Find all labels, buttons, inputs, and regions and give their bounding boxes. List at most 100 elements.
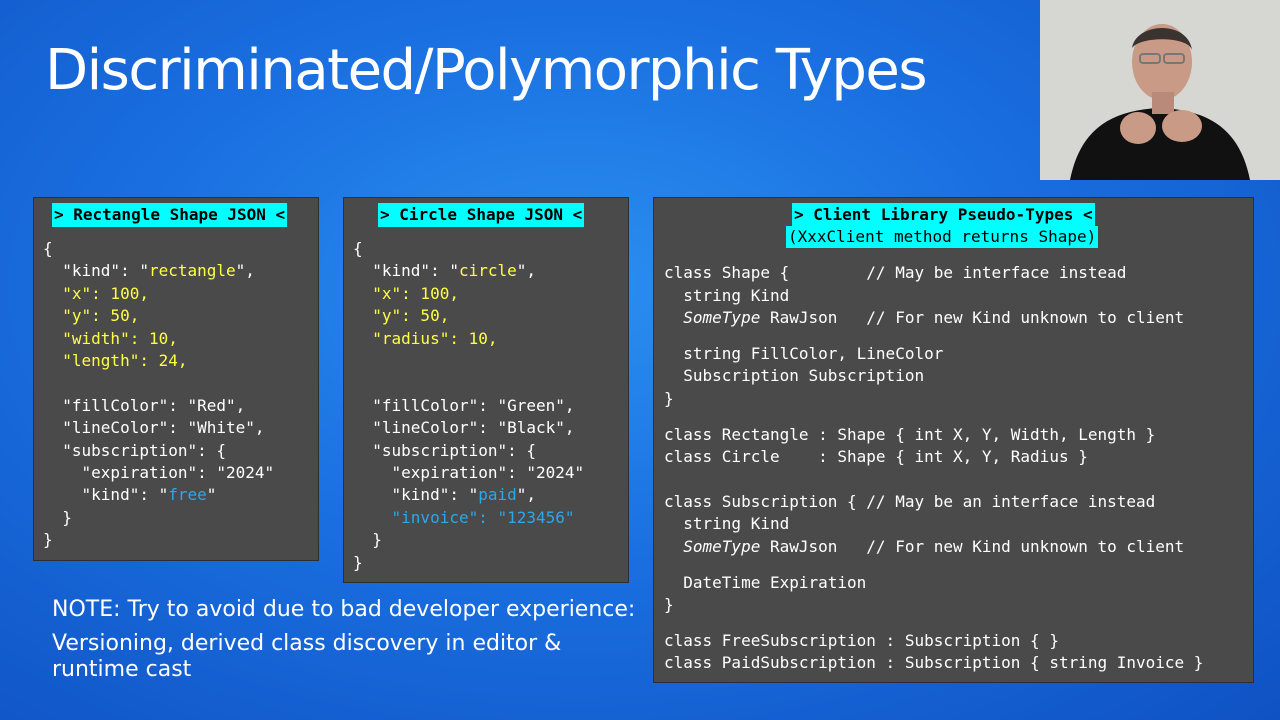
code-token: ", bbox=[516, 485, 537, 505]
slide-title: Discriminated/Polymorphic Types bbox=[45, 38, 928, 103]
code-line: "length": 24, bbox=[43, 350, 188, 372]
code-line: "kind": "paid", bbox=[353, 484, 537, 506]
code-token: class Shape { // May be interface instea… bbox=[664, 263, 1127, 282]
code-token: "y": 50, bbox=[353, 306, 450, 326]
code-line: "fillColor": "Red", bbox=[43, 395, 245, 417]
presenter-webcam bbox=[1040, 0, 1280, 180]
code-token: string Kind bbox=[664, 514, 790, 534]
code-token: } bbox=[43, 507, 72, 527]
code-token: "expiration": "2024" bbox=[353, 463, 585, 482]
code-token: "subscription": { bbox=[43, 440, 227, 460]
client-library-header: > Client Library Pseudo-Types < bbox=[792, 203, 1095, 227]
code-token: "width": 10, bbox=[43, 328, 178, 348]
code-line: "kind": "free" bbox=[43, 484, 217, 506]
code-token: class Circle : Shape { int X, Y, Radius … bbox=[664, 447, 1088, 467]
code-token: } bbox=[43, 530, 53, 550]
code-token: "x": 100, bbox=[353, 283, 459, 303]
code-line: "subscription": { bbox=[43, 440, 226, 462]
code-line: } bbox=[664, 594, 674, 616]
code-line: "width": 10, bbox=[43, 328, 178, 350]
code-line: "x": 100, bbox=[353, 283, 459, 305]
code-token: } bbox=[664, 389, 674, 408]
code-token: string Kind bbox=[664, 285, 790, 305]
code-token: "kind": " bbox=[353, 485, 479, 505]
code-token: circle bbox=[458, 261, 517, 281]
code-token: class Subscription { // May be an interf… bbox=[664, 491, 1156, 511]
code-line: { bbox=[353, 238, 363, 260]
code-line: } bbox=[353, 552, 363, 574]
code-line: "kind": "rectangle", bbox=[43, 260, 255, 282]
code-token: SomeType bbox=[683, 308, 761, 328]
code-line: "radius": 10, bbox=[353, 328, 498, 350]
code-token: } bbox=[664, 595, 674, 615]
rectangle-json-header: > Rectangle Shape JSON < bbox=[52, 203, 288, 227]
code-token: "radius": 10, bbox=[353, 328, 498, 348]
code-token: "invoice": "123456" bbox=[353, 507, 575, 527]
code-line: "y": 50, bbox=[353, 305, 449, 327]
code-line: string Kind bbox=[664, 285, 789, 307]
code-line: } bbox=[43, 507, 72, 529]
code-line: "lineColor": "Black", bbox=[353, 417, 575, 439]
code-line: "subscription": { bbox=[353, 440, 536, 462]
code-line: "fillColor": "Green", bbox=[353, 395, 575, 417]
code-token: paid bbox=[478, 485, 517, 505]
code-token: } bbox=[353, 552, 363, 572]
code-line: } bbox=[353, 529, 382, 551]
code-token: DateTime Expiration bbox=[664, 572, 867, 592]
code-line: "invoice": "123456" bbox=[353, 507, 575, 529]
code-line: class PaidSubscription : Subscription { … bbox=[664, 652, 1203, 674]
code-line: { bbox=[43, 238, 53, 260]
code-line: "kind": "circle", bbox=[353, 260, 536, 282]
code-line: DateTime Expiration bbox=[664, 572, 866, 594]
code-token: "kind": " bbox=[43, 485, 169, 505]
presenter-silhouette-icon bbox=[1040, 0, 1280, 180]
code-token: string FillColor, LineColor bbox=[664, 343, 944, 363]
code-token: "kind": " bbox=[353, 261, 459, 281]
code-token: "subscription": { bbox=[353, 440, 537, 460]
code-token: { bbox=[43, 239, 53, 258]
code-line: class Circle : Shape { int X, Y, Radius … bbox=[664, 446, 1088, 468]
code-token: "x": 100, bbox=[43, 283, 149, 303]
code-line: "y": 50, bbox=[43, 305, 139, 327]
rectangle-json-panel bbox=[33, 197, 319, 561]
code-token: { bbox=[353, 239, 363, 258]
code-token: ", bbox=[235, 261, 255, 281]
code-token: ", bbox=[516, 261, 537, 281]
code-token: RawJson // For new Kind unknown to clien… bbox=[760, 537, 1185, 556]
code-token: "kind": " bbox=[43, 261, 149, 281]
code-line: class Rectangle : Shape { int X, Y, Widt… bbox=[664, 424, 1155, 446]
code-line: string FillColor, LineColor bbox=[664, 343, 943, 365]
code-token: Subscription Subscription bbox=[664, 366, 925, 386]
code-line: "expiration": "2024" bbox=[353, 462, 585, 484]
code-line: class Shape { // May be interface instea… bbox=[664, 262, 1126, 284]
code-token: class FreeSubscription : Subscription { … bbox=[664, 630, 1059, 650]
code-line: SomeType RawJson // For new Kind unknown… bbox=[664, 307, 1184, 329]
code-token: "fillColor": "Red", bbox=[43, 395, 246, 415]
code-token: class Rectangle : Shape { int X, Y, Widt… bbox=[664, 424, 1156, 444]
code-token: "y": 50, bbox=[43, 306, 140, 326]
code-token: "lineColor": "Black", bbox=[353, 418, 575, 438]
code-token: "length": 24, bbox=[43, 351, 188, 370]
code-line: class Subscription { // May be an interf… bbox=[664, 491, 1155, 513]
code-line: "x": 100, bbox=[43, 283, 149, 305]
code-token: " bbox=[206, 485, 217, 505]
code-line: string Kind bbox=[664, 513, 789, 535]
circle-json-header: > Circle Shape JSON < bbox=[378, 203, 585, 227]
note-line-2: Versioning, derived class discovery in e… bbox=[52, 631, 562, 656]
code-line: } bbox=[664, 388, 674, 410]
code-token: class PaidSubscription : Subscription { … bbox=[664, 653, 1204, 673]
client-library-subheader: (XxxClient method returns Shape) bbox=[786, 226, 1099, 248]
code-line: SomeType RawJson // For new Kind unknown… bbox=[664, 536, 1184, 558]
code-token: SomeType bbox=[683, 537, 761, 556]
code-token: "fillColor": "Green", bbox=[353, 395, 575, 415]
code-token: "lineColor": "White", bbox=[43, 418, 265, 438]
code-token: } bbox=[353, 530, 382, 550]
code-line: Subscription Subscription bbox=[664, 365, 924, 387]
code-line: "expiration": "2024" bbox=[43, 462, 275, 484]
code-line: } bbox=[43, 529, 53, 551]
code-token: free bbox=[168, 485, 207, 505]
code-token: "expiration": "2024" bbox=[43, 463, 275, 482]
code-token: RawJson // For new Kind unknown to clien… bbox=[760, 308, 1185, 328]
